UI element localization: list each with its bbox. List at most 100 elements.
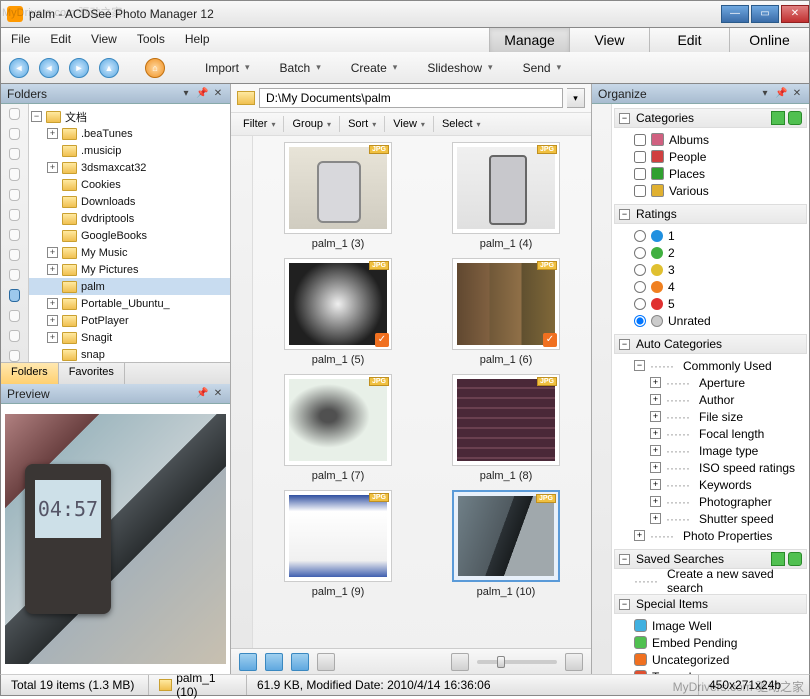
thumbnail-item[interactable]: JPGpalm_1 (3) — [259, 142, 417, 250]
rating-item[interactable]: 2 — [634, 244, 807, 261]
window-maximize-button[interactable]: ▭ — [751, 5, 779, 23]
menu-help[interactable]: Help — [175, 28, 220, 52]
panel-menu-icon[interactable]: ▾ — [180, 88, 192, 100]
zoom-slider[interactable] — [477, 660, 557, 664]
folder-tree[interactable]: − 文档 +.beaTunes.musicip+3dsmaxcat32Cooki… — [29, 104, 230, 362]
auto-cat-item[interactable]: +······ISO speed ratings — [650, 459, 807, 476]
special-item[interactable]: Embed Pending — [634, 634, 807, 651]
folder-item[interactable]: dvdriptools — [29, 210, 230, 227]
menu-edit[interactable]: Edit — [40, 28, 81, 52]
nav-back-button[interactable]: ◄ — [9, 58, 29, 78]
folder-item[interactable]: +PotPlayer — [29, 312, 230, 329]
folder-item[interactable]: GoogleBooks — [29, 227, 230, 244]
menu-view[interactable]: View — [81, 28, 127, 52]
category-item[interactable]: Various — [634, 182, 807, 199]
create-saved-search[interactable]: ······Create a new saved search — [634, 572, 807, 589]
filterbar-select[interactable]: Select — [438, 116, 485, 132]
filterbar-sort[interactable]: Sort — [344, 116, 380, 132]
auto-cat-item[interactable]: +······Author — [650, 391, 807, 408]
auto-cat-item[interactable]: +······Aperture — [650, 374, 807, 391]
panel-close-icon[interactable]: ✕ — [212, 88, 224, 100]
mode-tab-edit[interactable]: Edit — [649, 28, 729, 52]
folder-item[interactable]: .musicip — [29, 142, 230, 159]
org-section-header[interactable]: −Auto Categories — [614, 334, 807, 354]
special-item[interactable]: Image Well — [634, 617, 807, 634]
rating-unrated[interactable]: Unrated — [634, 312, 807, 329]
category-item[interactable]: Albums — [634, 131, 807, 148]
category-item[interactable]: Places — [634, 165, 807, 182]
category-item[interactable]: People — [634, 148, 807, 165]
footer-btn-4[interactable] — [317, 653, 335, 671]
panel-close-icon[interactable]: ✕ — [212, 388, 224, 400]
auto-cat-item[interactable]: +······Image type — [650, 442, 807, 459]
special-item[interactable]: Tagged — [634, 668, 807, 674]
thumbnail-grid[interactable]: JPGpalm_1 (3)JPGpalm_1 (4)JPG✓palm_1 (5)… — [253, 136, 591, 648]
mode-tab-manage[interactable]: Manage — [489, 28, 569, 52]
thumbnail-item[interactable]: JPGpalm_1 (9) — [259, 490, 417, 598]
org-section-header[interactable]: −Ratings — [614, 204, 807, 224]
mode-tab-online[interactable]: Online — [729, 28, 809, 52]
filterbar-group[interactable]: Group — [288, 116, 335, 132]
panel-menu-icon[interactable]: ▾ — [759, 88, 771, 100]
auto-cat-item[interactable]: +······Photographer — [650, 493, 807, 510]
preview-image[interactable]: 04:57 — [5, 414, 226, 664]
panel-close-icon[interactable]: ✕ — [791, 88, 803, 100]
footer-btn-2[interactable] — [265, 653, 283, 671]
zoom-in-button[interactable] — [565, 653, 583, 671]
rating-item[interactable]: 3 — [634, 261, 807, 278]
auto-cat-photo-properties[interactable]: +······Photo Properties — [634, 527, 807, 544]
folder-item[interactable]: +3dsmaxcat32 — [29, 159, 230, 176]
panel-pin-icon[interactable]: 📌 — [196, 388, 208, 400]
panel-pin-icon[interactable]: 📌 — [775, 88, 787, 100]
auto-cat-item[interactable]: +······File size — [650, 408, 807, 425]
rating-item[interactable]: 1 — [634, 227, 807, 244]
tab-favorites[interactable]: Favorites — [59, 363, 125, 384]
path-dropdown-button[interactable]: ▾ — [567, 88, 585, 108]
thumbnail-item[interactable]: JPG✓palm_1 (5) — [259, 258, 417, 366]
org-section-header[interactable]: −Categories — [614, 108, 807, 128]
menu-tools[interactable]: Tools — [127, 28, 175, 52]
nav-home-button[interactable]: ⌂ — [145, 58, 165, 78]
nav-next-button[interactable]: ► — [69, 58, 89, 78]
filterbar-view[interactable]: View — [389, 116, 429, 132]
folder-item[interactable]: +My Music — [29, 244, 230, 261]
filterbar-filter[interactable]: Filter — [239, 116, 279, 132]
toolbar-create-dropdown[interactable]: Create — [345, 58, 404, 78]
thumbnail-item[interactable]: JPGpalm_1 (4) — [427, 142, 585, 250]
menu-file[interactable]: File — [1, 28, 40, 52]
folder-root-label[interactable]: 文档 — [65, 109, 87, 125]
zoom-out-button[interactable] — [451, 653, 469, 671]
folder-item[interactable]: snap — [29, 346, 230, 362]
thumbnail-item[interactable]: JPGpalm_1 (7) — [259, 374, 417, 482]
window-minimize-button[interactable]: — — [721, 5, 749, 23]
panel-pin-icon[interactable]: 📌 — [196, 88, 208, 100]
toolbar-slideshow-dropdown[interactable]: Slideshow — [421, 58, 498, 78]
folder-item[interactable]: Cookies — [29, 176, 230, 193]
auto-cat-commonly-used[interactable]: −······Commonly Used — [634, 357, 807, 374]
footer-btn-3[interactable] — [291, 653, 309, 671]
nav-prev-button[interactable]: ◄ — [39, 58, 59, 78]
thumbnail-item[interactable]: JPGpalm_1 (10) — [427, 490, 585, 598]
folder-item[interactable]: palm — [29, 278, 230, 295]
organize-tree[interactable]: −Categories AlbumsPeoplePlacesVarious −Rat… — [612, 104, 809, 674]
auto-cat-item[interactable]: +······Shutter speed — [650, 510, 807, 527]
mode-tab-view[interactable]: View — [569, 28, 649, 52]
folder-item[interactable]: Downloads — [29, 193, 230, 210]
tab-folders[interactable]: Folders — [1, 363, 59, 384]
footer-btn-1[interactable] — [239, 653, 257, 671]
window-close-button[interactable]: ✕ — [781, 5, 809, 23]
toolbar-batch-dropdown[interactable]: Batch — [274, 58, 327, 78]
thumbnail-item[interactable]: JPG✓palm_1 (6) — [427, 258, 585, 366]
nav-up-button[interactable]: ▲ — [99, 58, 119, 78]
folder-item[interactable]: +Portable_Ubuntu_ — [29, 295, 230, 312]
rating-item[interactable]: 5 — [634, 295, 807, 312]
special-item[interactable]: Uncategorized — [634, 651, 807, 668]
path-input[interactable] — [259, 88, 563, 108]
folder-item[interactable]: +.beaTunes — [29, 125, 230, 142]
thumbnail-item[interactable]: JPGpalm_1 (8) — [427, 374, 585, 482]
folder-item[interactable]: +My Pictures — [29, 261, 230, 278]
toolbar-import-dropdown[interactable]: Import — [199, 58, 256, 78]
auto-cat-item[interactable]: +······Keywords — [650, 476, 807, 493]
rating-item[interactable]: 4 — [634, 278, 807, 295]
toolbar-send-dropdown[interactable]: Send — [517, 58, 568, 78]
